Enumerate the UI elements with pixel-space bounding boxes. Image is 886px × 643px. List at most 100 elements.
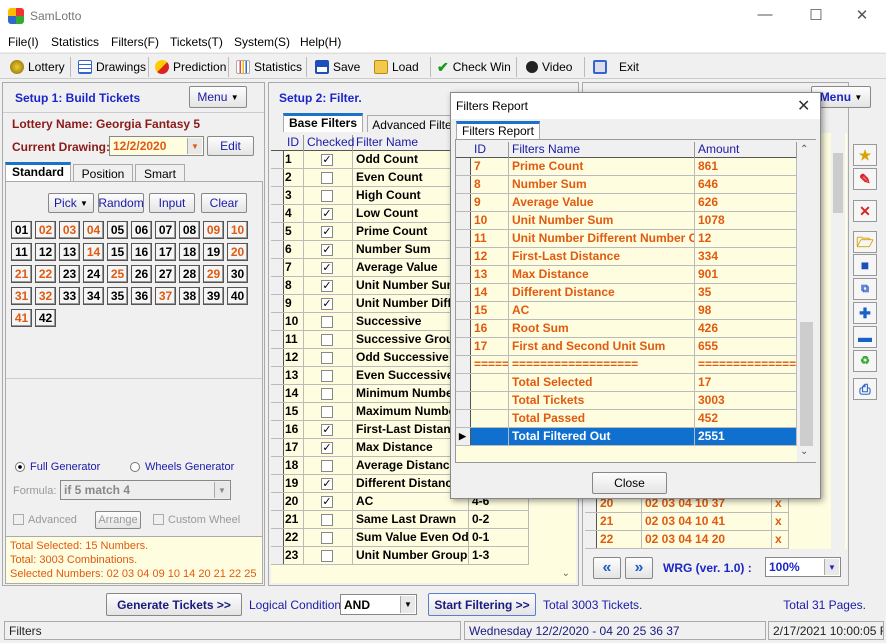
row-indicator[interactable] bbox=[271, 295, 284, 312]
number-button-30[interactable]: 30 bbox=[227, 265, 248, 283]
row-indicator[interactable] bbox=[456, 248, 471, 265]
number-button-29[interactable]: 29 bbox=[203, 265, 224, 283]
number-button-3[interactable]: 03 bbox=[59, 221, 80, 239]
row-indicator[interactable] bbox=[456, 356, 471, 373]
checkbox-checked-icon[interactable]: ✓ bbox=[321, 496, 333, 508]
tab-smart[interactable]: Smart bbox=[135, 164, 185, 181]
number-button-4[interactable]: 04 bbox=[83, 221, 104, 239]
checkbox-checked-icon[interactable]: ✓ bbox=[321, 442, 333, 454]
row-indicator[interactable] bbox=[456, 266, 471, 283]
checkbox-unchecked-icon[interactable] bbox=[321, 388, 333, 400]
row-indicator[interactable] bbox=[456, 392, 471, 409]
edit-button[interactable]: Edit bbox=[207, 136, 254, 156]
number-button-22[interactable]: 22 bbox=[35, 265, 56, 283]
row-indicator[interactable] bbox=[271, 187, 284, 204]
report-row[interactable]: Total Selected 17 bbox=[456, 374, 797, 392]
checkbox-unchecked-icon[interactable] bbox=[321, 460, 333, 472]
row-indicator[interactable] bbox=[271, 457, 284, 474]
minimize-button[interactable]: — bbox=[755, 6, 775, 23]
number-button-37[interactable]: 37 bbox=[155, 287, 176, 305]
number-button-27[interactable]: 27 bbox=[155, 265, 176, 283]
report-row[interactable]: 11 Unit Number Different Number C 12 bbox=[456, 230, 797, 248]
minus-icon[interactable]: ▬ bbox=[853, 326, 877, 348]
checkbox-unchecked-icon[interactable] bbox=[321, 370, 333, 382]
close-icon[interactable]: ✕ bbox=[797, 96, 810, 116]
row-indicator[interactable] bbox=[456, 302, 471, 319]
previous-page-button[interactable]: « bbox=[593, 557, 621, 579]
menu-system[interactable]: System(S) bbox=[234, 35, 290, 49]
print-icon[interactable]: ⎙ bbox=[853, 378, 877, 400]
number-button-18[interactable]: 18 bbox=[179, 243, 200, 261]
custom-wheel-checkbox[interactable]: Custom Wheel bbox=[153, 514, 240, 526]
checkbox-checked-icon[interactable]: ✓ bbox=[321, 226, 333, 238]
number-button-20[interactable]: 20 bbox=[227, 243, 248, 261]
report-row[interactable]: 10 Unit Number Sum 1078 bbox=[456, 212, 797, 230]
report-row[interactable]: 13 Max Distance 901 bbox=[456, 266, 797, 284]
report-row[interactable]: 15 AC 98 bbox=[456, 302, 797, 320]
random-button[interactable]: Random bbox=[98, 193, 144, 213]
copy-icon[interactable]: ⧉ bbox=[853, 278, 877, 300]
next-page-button[interactable]: » bbox=[625, 557, 653, 579]
row-indicator[interactable] bbox=[271, 367, 284, 384]
delete-icon[interactable]: ✕ bbox=[853, 200, 877, 222]
menu-filters[interactable]: Filters(F) bbox=[111, 35, 159, 49]
save-icon[interactable]: ■ bbox=[853, 254, 877, 276]
row-indicator[interactable] bbox=[456, 338, 471, 355]
load-button[interactable]: Load bbox=[374, 58, 419, 76]
checkbox-unchecked-icon[interactable] bbox=[321, 172, 333, 184]
number-button-25[interactable]: 25 bbox=[107, 265, 128, 283]
row-indicator[interactable] bbox=[456, 410, 471, 427]
menu-file[interactable]: File(I) bbox=[8, 35, 39, 49]
prediction-button[interactable]: Prediction bbox=[155, 58, 226, 76]
checkbox-unchecked-icon[interactable] bbox=[321, 550, 333, 562]
row-indicator[interactable] bbox=[271, 511, 284, 528]
number-button-12[interactable]: 12 bbox=[35, 243, 56, 261]
scroll-thumb[interactable] bbox=[833, 153, 843, 213]
scroll-down-icon[interactable]: ⌄ bbox=[562, 568, 570, 579]
report-row[interactable]: 7 Prime Count 861 bbox=[456, 158, 797, 176]
row-indicator[interactable] bbox=[456, 284, 471, 301]
tab-base-filters[interactable]: Base Filters bbox=[283, 113, 363, 132]
checkbox-checked-icon[interactable]: ✓ bbox=[321, 478, 333, 490]
exit-button[interactable]: Exit bbox=[593, 58, 639, 76]
checkbox-unchecked-icon[interactable] bbox=[321, 514, 333, 526]
row-indicator[interactable] bbox=[585, 513, 597, 530]
recycle-icon[interactable]: ♻ bbox=[853, 350, 877, 372]
row-indicator[interactable] bbox=[456, 176, 471, 193]
row-indicator[interactable] bbox=[271, 349, 284, 366]
tab-standard[interactable]: Standard bbox=[5, 162, 71, 181]
row-indicator[interactable] bbox=[271, 529, 284, 546]
number-button-23[interactable]: 23 bbox=[59, 265, 80, 283]
row-indicator[interactable] bbox=[271, 385, 284, 402]
checkbox-checked-icon[interactable]: ✓ bbox=[321, 280, 333, 292]
number-button-1[interactable]: 01 bbox=[11, 221, 32, 239]
row-indicator[interactable] bbox=[271, 313, 284, 330]
number-button-13[interactable]: 13 bbox=[59, 243, 80, 261]
scroll-up-icon[interactable]: ⌃ bbox=[800, 144, 808, 155]
report-row[interactable]: 8 Number Sum 646 bbox=[456, 176, 797, 194]
number-button-35[interactable]: 35 bbox=[107, 287, 128, 305]
report-row[interactable]: 17 First and Second Unit Sum 655 bbox=[456, 338, 797, 356]
add-ticket-icon[interactable]: ★ bbox=[853, 144, 877, 166]
row-indicator[interactable] bbox=[271, 439, 284, 456]
checkbox-checked-icon[interactable]: ✓ bbox=[321, 424, 333, 436]
video-button[interactable]: Video bbox=[526, 58, 572, 76]
number-button-7[interactable]: 07 bbox=[155, 221, 176, 239]
checkbox-checked-icon[interactable]: ✓ bbox=[321, 298, 333, 310]
menu-statistics[interactable]: Statistics bbox=[51, 35, 99, 49]
row-indicator[interactable] bbox=[456, 374, 471, 391]
row-indicator[interactable] bbox=[271, 223, 284, 240]
row-indicator[interactable] bbox=[271, 277, 284, 294]
maximize-button[interactable]: ☐ bbox=[806, 6, 826, 24]
save-button[interactable]: Save bbox=[315, 58, 360, 76]
number-button-14[interactable]: 14 bbox=[83, 243, 104, 261]
checkbox-unchecked-icon[interactable] bbox=[321, 190, 333, 202]
check-win-button[interactable]: ✔ Check Win bbox=[437, 58, 511, 76]
checkbox-unchecked-icon[interactable] bbox=[321, 352, 333, 364]
row-indicator[interactable] bbox=[585, 531, 597, 548]
current-drawing-select[interactable]: 12/2/2020 ▼ bbox=[109, 136, 204, 156]
menu-tickets[interactable]: Tickets(T) bbox=[170, 35, 223, 49]
setup1-menu-button[interactable]: Menu ▼ bbox=[189, 86, 247, 108]
scroll-thumb[interactable] bbox=[800, 322, 813, 446]
number-button-21[interactable]: 21 bbox=[11, 265, 32, 283]
